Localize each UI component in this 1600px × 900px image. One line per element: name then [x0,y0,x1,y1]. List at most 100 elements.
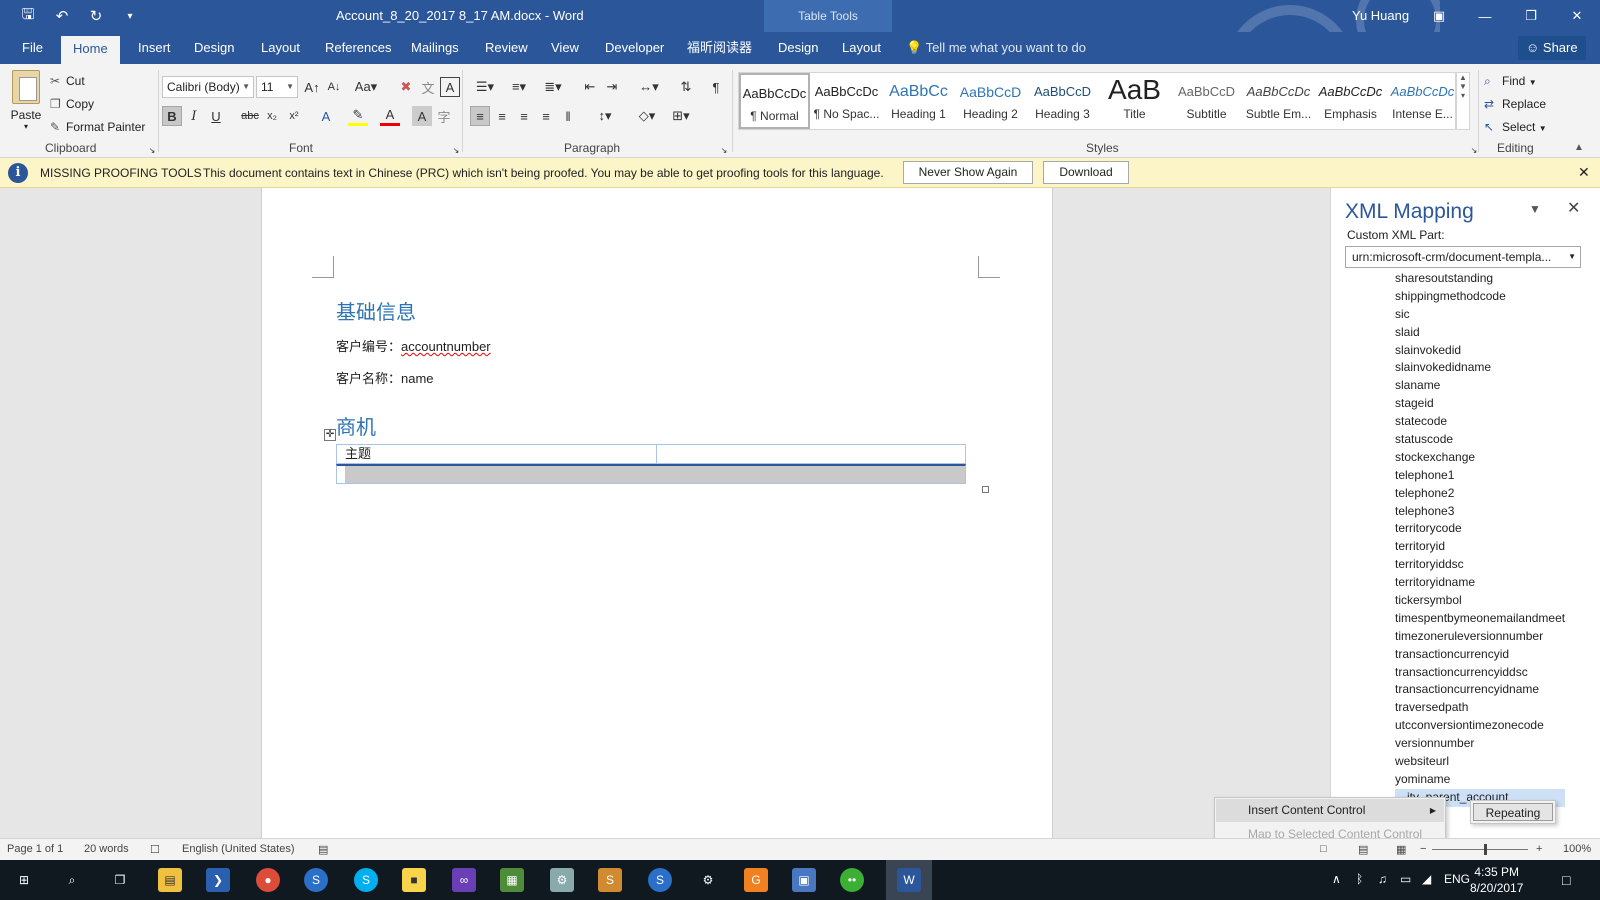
sort-icon[interactable]: ⇅ [676,77,696,97]
xml-node[interactable]: websiteurl [1395,753,1565,771]
tab-table-layout[interactable]: Layout [840,32,883,64]
clipboard-launcher-icon[interactable]: ↘ [142,140,162,160]
xml-node[interactable]: stageid [1395,395,1565,413]
paste-button[interactable]: Paste ▾ [8,70,44,131]
input-language[interactable]: ENG [1444,872,1470,886]
style-heading-2[interactable]: AaBbCcD Heading 2 [955,73,1026,129]
paragraph-launcher-icon[interactable]: ↘ [714,140,734,160]
xml-node[interactable]: territoryid [1395,538,1565,556]
xml-node[interactable]: utcconversiontimezonecode [1395,717,1565,735]
ribbon-display-options-icon[interactable]: ▣ [1416,0,1462,32]
read-mode-icon[interactable]: □ [1320,843,1327,855]
language-indicator[interactable]: English (United States) [182,843,295,855]
pdf-tool-icon[interactable]: G [744,868,768,892]
style-subtitle[interactable]: AaBbCcD Subtitle [1171,73,1242,129]
tab-mailings[interactable]: Mailings [409,32,461,64]
phonetic-guide-icon[interactable]: 文 [418,77,438,97]
line-spacing-icon[interactable]: ↕▾ [590,106,620,126]
zoom-slider[interactable] [1432,849,1528,850]
xml-node[interactable]: tickersymbol [1395,592,1565,610]
visual-studio-icon[interactable]: ∞ [452,868,476,892]
xml-node[interactable]: statecode [1395,413,1565,431]
font-launcher-icon[interactable]: ↘ [446,140,466,160]
find-button[interactable]: ⌕ Find ▼ [1484,70,1547,93]
font-name-combo[interactable]: Calibri (Body) ▼ [162,76,254,98]
tab-insert[interactable]: Insert [136,32,173,64]
windows-start-icon[interactable]: ⊞ [12,868,36,892]
xml-node[interactable]: telephone3 [1395,503,1565,521]
xml-node[interactable]: versionnumber [1395,735,1565,753]
remote-desktop-icon[interactable]: ▣ [792,868,816,892]
subscript-icon[interactable]: x₂ [262,106,282,126]
proofing-icon[interactable]: ☐ [150,843,160,856]
italic-icon[interactable]: I [184,106,204,126]
xml-node[interactable]: yominame [1395,771,1565,789]
account-number-line[interactable]: 客户编号：accountnumber [336,336,491,355]
zoom-level[interactable]: 100% [1563,843,1591,855]
close-icon[interactable]: ✕ [1567,198,1580,218]
borders-icon[interactable]: ⊞▾ [666,106,696,126]
style-no-spacing[interactable]: AaBbCcDc ¶ No Spac... [811,73,882,129]
tell-me-box[interactable]: 💡 Tell me what you want to do [906,32,1086,64]
macro-recording-icon[interactable]: ▤ [318,843,328,856]
xml-node[interactable]: transactioncurrencyidname [1395,681,1565,699]
page-count[interactable]: Page 1 of 1 [7,843,63,855]
xml-node[interactable]: slainvokedidname [1395,359,1565,377]
tab-references[interactable]: References [323,32,393,64]
xml-node[interactable]: sic [1395,306,1565,324]
powershell-icon[interactable]: ❯ [206,868,230,892]
style-emphasis[interactable]: AaBbCcDc Emphasis [1315,73,1386,129]
select-button[interactable]: ↖ Select ▼ [1484,116,1547,139]
format-painter-button[interactable]: ✎ Format Painter [50,116,145,139]
network-tool-icon[interactable]: ⚙ [550,868,574,892]
clock[interactable]: 4:35 PM 8/20/2017 [1470,864,1523,896]
xml-node[interactable]: shippingmethodcode [1395,288,1565,306]
save-icon[interactable]: 🖫 [18,6,38,26]
numbering-icon[interactable]: ≡▾ [504,77,534,97]
styles-launcher-icon[interactable]: ↘ [1464,140,1484,160]
underline-icon[interactable]: U [206,106,226,126]
table-selected-row[interactable] [336,464,966,484]
word-icon[interactable]: W [897,868,921,892]
restore-button[interactable]: ❐ [1508,0,1554,32]
action-center-icon[interactable]: □ [1562,872,1570,888]
lync-icon[interactable]: S [648,868,672,892]
project-icon[interactable]: ▦ [500,868,524,892]
heading-basic-info[interactable]: 基础信息 [336,296,416,325]
xml-node[interactable]: transactioncurrencyid [1395,646,1565,664]
wifi-icon[interactable]: ◢ [1422,872,1431,886]
wechat-icon[interactable]: •• [840,868,864,892]
justify-icon[interactable]: ≡ [536,106,556,126]
account-name-field[interactable]: name [401,371,434,386]
tab-file[interactable]: File [20,32,45,64]
pane-options-icon[interactable]: ▼ [1529,202,1541,216]
bullets-icon[interactable]: ☰▾ [470,77,500,97]
battery-icon[interactable]: ▭ [1400,872,1411,886]
character-shading-icon[interactable]: A [412,106,432,126]
search-icon[interactable]: ⌕ [60,868,84,892]
web-layout-icon[interactable]: ▦ [1396,843,1406,856]
xml-node[interactable]: sharesoutstanding [1395,270,1565,288]
insert-content-control-item[interactable]: Insert Content Control ▶ [1216,799,1444,822]
styles-gallery-scroll[interactable]: ▲ ▼ ▾ [1456,72,1470,130]
shrink-font-icon[interactable]: A↓ [324,77,344,97]
heading-opportunity[interactable]: 商机 [336,411,376,440]
skype-icon[interactable]: S [354,868,378,892]
tab-review[interactable]: Review [483,32,530,64]
xml-node[interactable]: telephone1 [1395,467,1565,485]
table-cell-subject[interactable]: 主题 [337,445,657,463]
sticky-notes-icon[interactable]: ■ [402,868,426,892]
xml-node[interactable]: timezoneruleversionnumber [1395,628,1565,646]
align-left-icon[interactable]: ≡ [470,106,490,126]
document-page[interactable]: 基础信息 客户编号：accountnumber 客户名称：name 商机 ✛ 主… [261,188,1053,838]
superscript-icon[interactable]: x² [284,106,304,126]
skype-business-icon[interactable]: S [304,868,328,892]
print-layout-icon[interactable]: ▤ [1358,843,1368,856]
style-intense-emphasis[interactable]: AaBbCcDc Intense E... [1387,73,1458,129]
user-name[interactable]: Yu Huang [1352,8,1409,23]
tab-developer[interactable]: Developer [603,32,666,64]
replace-button[interactable]: ⇄ Replace [1484,93,1547,116]
never-show-again-button[interactable]: Never Show Again [903,161,1033,184]
xml-node[interactable]: territoryidname [1395,574,1565,592]
grow-font-icon[interactable]: A↑ [302,77,322,97]
